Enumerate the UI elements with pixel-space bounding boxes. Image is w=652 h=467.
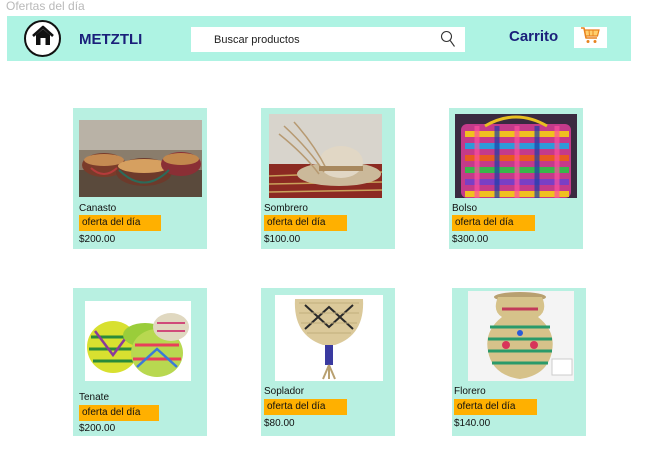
product-name: Tenate	[79, 392, 110, 403]
product-image-bolso	[455, 114, 577, 198]
offer-badge: oferta del día	[264, 399, 347, 415]
cart-link[interactable]: Carrito	[509, 28, 558, 45]
product-price: $80.00	[264, 418, 295, 429]
product-price: $140.00	[454, 418, 491, 429]
home-icon	[31, 25, 55, 52]
page-title: Ofertas del día	[6, 0, 85, 13]
product-name: Canasto	[79, 203, 117, 214]
product-price: $200.00	[79, 423, 116, 434]
search-box	[191, 27, 465, 52]
cart-button[interactable]	[574, 27, 607, 48]
product-card-soplador[interactable]: Soplador oferta del día $80.00	[261, 288, 395, 436]
brand-name[interactable]: METZTLI	[79, 31, 142, 48]
product-name: Soplador	[264, 386, 305, 397]
product-price: $100.00	[264, 234, 301, 245]
offer-badge: oferta del día	[79, 405, 159, 421]
cart-icon	[580, 26, 602, 49]
product-image-tenate	[85, 301, 191, 381]
product-card-florero[interactable]: Florero oferta del día $140.00	[452, 288, 586, 436]
search-icon[interactable]	[440, 30, 456, 53]
product-image-sombrero	[269, 114, 382, 198]
product-price: $200.00	[79, 234, 116, 245]
navbar: METZTLI Carrito	[7, 16, 631, 61]
product-image-florero	[468, 291, 574, 381]
product-card-bolso[interactable]: Bolso oferta del día $300.00	[449, 108, 583, 249]
product-card-canasto[interactable]: Canasto oferta del día $200.00	[73, 108, 207, 249]
product-image-soplador	[275, 295, 383, 381]
product-name: Florero	[454, 386, 486, 397]
offer-badge: oferta del día	[454, 399, 537, 415]
offer-badge: oferta del día	[452, 215, 535, 231]
product-price: $300.00	[452, 234, 489, 245]
product-name: Bolso	[452, 203, 478, 214]
product-card-tenate[interactable]: Tenate oferta del día $200.00	[73, 288, 207, 436]
product-name: Sombrero	[264, 203, 308, 214]
home-button[interactable]	[24, 20, 61, 57]
product-image-canasto	[79, 120, 202, 197]
offer-badge: oferta del día	[264, 215, 347, 231]
search-input[interactable]	[191, 27, 465, 52]
product-card-sombrero[interactable]: Sombrero oferta del día $100.00	[261, 108, 395, 249]
offer-badge: oferta del día	[79, 215, 161, 231]
